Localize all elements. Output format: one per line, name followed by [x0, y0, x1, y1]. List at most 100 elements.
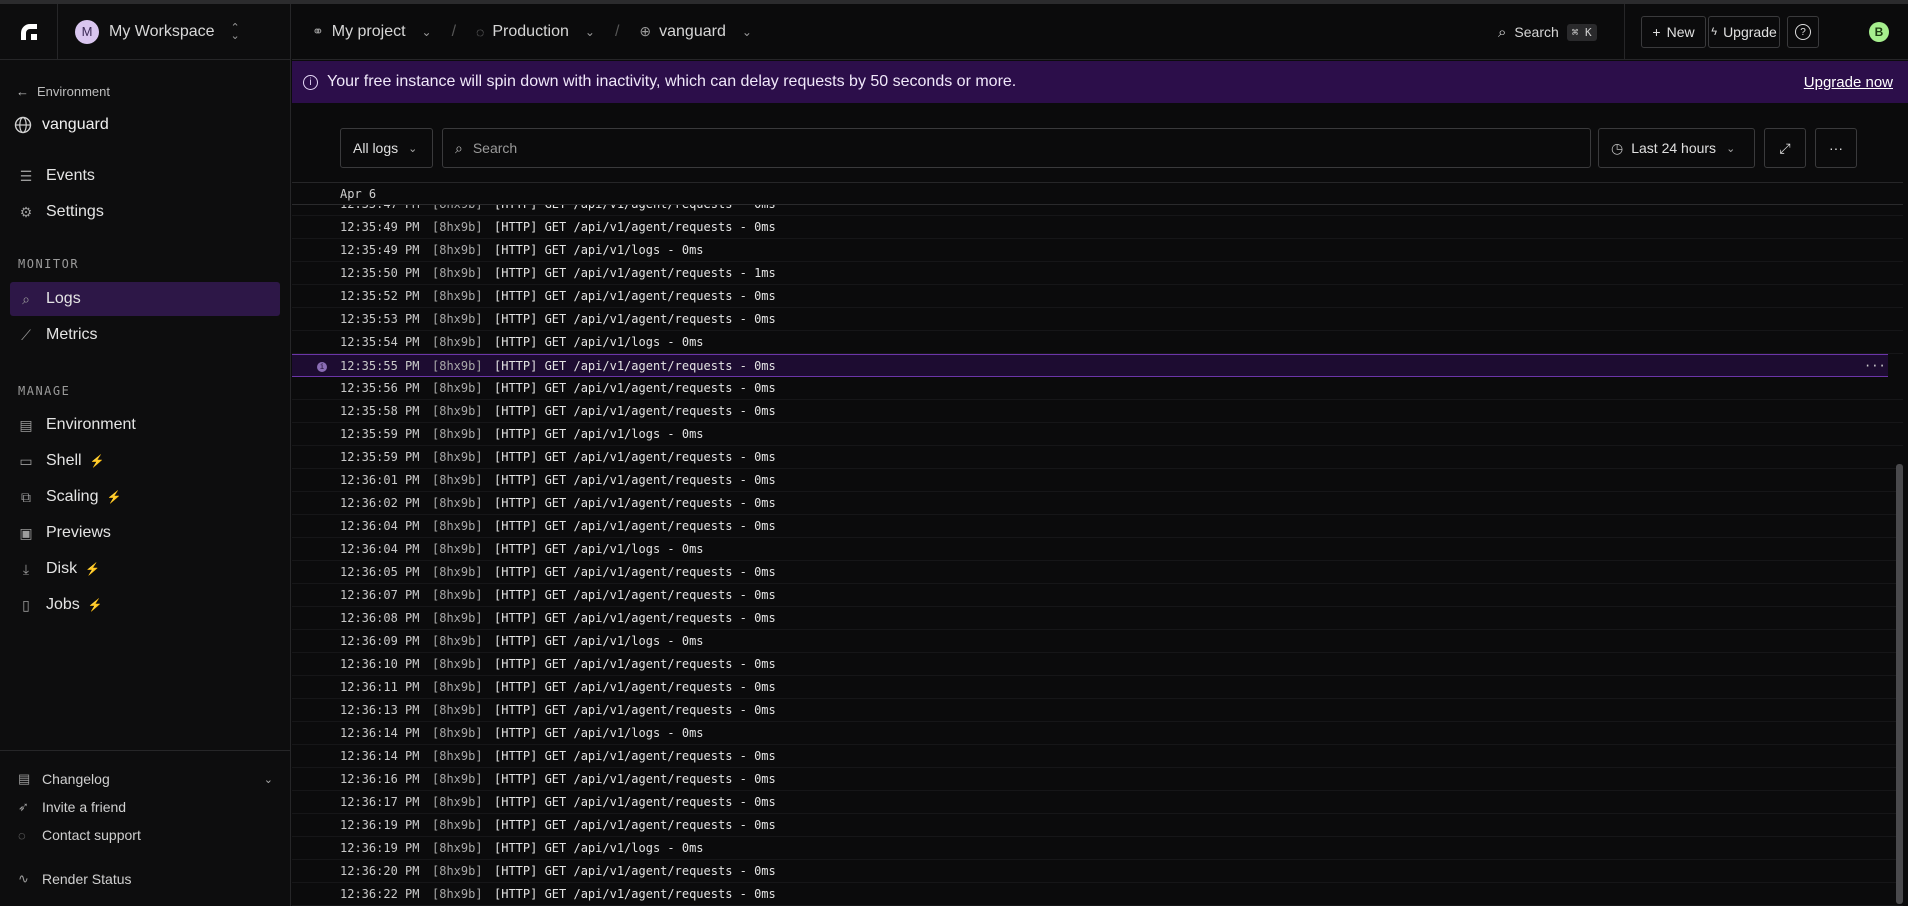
log-message: [HTTP] GET /api/v1/agent/requests - 0ms	[494, 795, 776, 809]
sidebar-item-metrics[interactable]: ⟋ Metrics	[10, 318, 280, 352]
log-instance-id: [8hx9b]	[432, 749, 483, 763]
log-row[interactable]: 12:36:16 PM [8hx9b] [HTTP] GET /api/v1/age…	[292, 768, 1903, 791]
sidebar-item-environment[interactable]: ▤ Environment	[10, 408, 280, 442]
log-row[interactable]: 12:35:52 PM [8hx9b] [HTTP] GET /api/v1/age…	[292, 285, 1903, 308]
log-message: [HTTP] GET /api/v1/agent/requests - 0ms	[494, 703, 776, 717]
log-message: [HTTP] GET /api/v1/agent/requests - 0ms	[494, 657, 776, 671]
log-type-select[interactable]: All logs ⌄	[340, 128, 433, 168]
log-instance-id: [8hx9b]	[432, 818, 483, 832]
log-row[interactable]: 12:36:08 PM [8hx9b] [HTTP] GET /api/v1/age…	[292, 607, 1903, 630]
sidebar-item-shell[interactable]: ▭ Shell ⚡	[10, 444, 280, 478]
log-instance-id: [8hx9b]	[432, 565, 483, 579]
plus-icon: +	[1652, 24, 1661, 40]
row-more-icon[interactable]: ···	[1864, 355, 1886, 378]
log-row[interactable]: 12:35:58 PM [8hx9b] [HTTP] GET /api/v1/age…	[292, 400, 1903, 423]
log-row[interactable]: 12:36:22 PM [8hx9b] [HTTP] GET /api/v1/age…	[292, 883, 1903, 906]
log-instance-id: [8hx9b]	[432, 427, 483, 441]
sidebar-item-events[interactable]: ☰ Events	[10, 159, 280, 193]
log-row[interactable]: 12:36:01 PM [8hx9b] [HTTP] GET /api/v1/age…	[292, 469, 1903, 492]
log-row[interactable]: 12:36:11 PM [8hx9b] [HTTP] GET /api/v1/age…	[292, 676, 1903, 699]
arrow-left-icon: ←	[16, 84, 29, 99]
info-icon: i	[303, 74, 318, 90]
render-status-link[interactable]: ∿ Render Status	[18, 871, 132, 887]
user-avatar[interactable]: B	[1869, 22, 1889, 42]
contact-support-link[interactable]: ◌ Contact support	[18, 827, 141, 843]
log-instance-id: [8hx9b]	[432, 634, 483, 648]
log-row[interactable]: 12:36:14 PM [8hx9b] [HTTP] GET /api/v1/log…	[292, 722, 1903, 745]
log-row[interactable]: 12:36:05 PM [8hx9b] [HTTP] GET /api/v1/age…	[292, 561, 1903, 584]
invite-friend-link[interactable]: ➶ Invite a friend	[18, 799, 126, 815]
log-row[interactable]: 12:36:17 PM [8hx9b] [HTTP] GET /api/v1/age…	[292, 791, 1903, 814]
log-row[interactable]: 12:35:56 PM [8hx9b] [HTTP] GET /api/v1/age…	[292, 377, 1903, 400]
sidebar-item-jobs[interactable]: ▯ Jobs ⚡	[10, 588, 280, 622]
log-search-input[interactable]: ⌕ Search	[442, 128, 1591, 168]
workspace-avatar: M	[75, 19, 99, 44]
log-row[interactable]: 12:36:19 PM [8hx9b] [HTTP] GET /api/v1/log…	[292, 837, 1903, 860]
fullscreen-button[interactable]: ⤢	[1764, 128, 1806, 168]
log-row[interactable]: 12:36:19 PM [8hx9b] [HTTP] GET /api/v1/age…	[292, 814, 1903, 837]
time-range-select[interactable]: ◷ Last 24 hours ⌄	[1598, 128, 1755, 168]
log-row[interactable]: 12:35:59 PM [8hx9b] [HTTP] GET /api/v1/age…	[292, 446, 1903, 469]
log-timestamp: 12:35:58 PM	[340, 404, 420, 418]
log-timestamp: 12:36:19 PM	[340, 841, 420, 855]
log-timestamp: 12:36:09 PM	[340, 634, 420, 648]
log-row[interactable]: 12:36:04 PM [8hx9b] [HTTP] GET /api/v1/age…	[292, 515, 1903, 538]
section-label-monitor: MONITOR	[18, 257, 80, 271]
log-row[interactable]: 12:35:49 PM [8hx9b] [HTTP] GET /api/v1/age…	[292, 216, 1903, 239]
log-row[interactable]: 12:36:04 PM [8hx9b] [HTTP] GET /api/v1/log…	[292, 538, 1903, 561]
more-options-button[interactable]: ···	[1815, 128, 1857, 168]
new-label: New	[1666, 24, 1695, 40]
log-row[interactable]: i 12:35:55 PM [8hx9b] [HTTP] GET /api/v1/ag…	[292, 354, 1888, 377]
upgrade-button[interactable]: ϟ Upgrade	[1708, 16, 1780, 48]
log-row[interactable]: 12:36:02 PM [8hx9b] [HTTP] GET /api/v1/age…	[292, 492, 1903, 515]
new-button[interactable]: + New	[1641, 16, 1706, 48]
log-row[interactable]: 12:35:54 PM [8hx9b] [HTTP] GET /api/v1/log…	[292, 331, 1903, 354]
breadcrumb-environment[interactable]: ◌ Production ⌄	[476, 23, 595, 41]
log-message: [HTTP] GET /api/v1/agent/requests - 0ms	[494, 887, 776, 901]
log-timestamp: 12:35:54 PM	[340, 335, 420, 349]
log-timestamp: 12:35:49 PM	[340, 220, 420, 234]
sidebar-item-label: Metrics	[46, 326, 98, 343]
log-timestamp: 12:36:22 PM	[340, 887, 420, 901]
log-message: [HTTP] GET /api/v1/agent/requests - 0ms	[494, 611, 776, 625]
workspace-switcher[interactable]: M My Workspace ⌃ ⌄	[58, 19, 240, 44]
log-row[interactable]: 12:36:14 PM [8hx9b] [HTTP] GET /api/v1/age…	[292, 745, 1903, 768]
changelog-label: Changelog	[42, 771, 110, 787]
changelog-icon: ▤	[18, 771, 31, 786]
log-row[interactable]: 12:36:10 PM [8hx9b] [HTTP] GET /api/v1/age…	[292, 653, 1903, 676]
log-row[interactable]: 12:35:59 PM [8hx9b] [HTTP] GET /api/v1/log…	[292, 423, 1903, 446]
log-row[interactable]: 12:35:53 PM [8hx9b] [HTTP] GET /api/v1/age…	[292, 308, 1903, 331]
back-label: Environment	[37, 84, 110, 99]
log-timestamp: 12:36:20 PM	[340, 864, 420, 878]
service-title: vanguard	[14, 116, 109, 134]
breadcrumb-service[interactable]: ⊕ vanguard ⌄	[639, 23, 752, 41]
log-message: [HTTP] GET /api/v1/logs - 0ms	[494, 726, 704, 740]
log-instance-id: [8hx9b]	[432, 795, 483, 809]
breadcrumb-separator: /	[451, 22, 457, 40]
log-row[interactable]: 12:36:13 PM [8hx9b] [HTTP] GET /api/v1/age…	[292, 699, 1903, 722]
log-row[interactable]: 12:36:07 PM [8hx9b] [HTTP] GET /api/v1/age…	[292, 584, 1903, 607]
global-search-button[interactable]: ⌕ Search ⌘ K	[1498, 4, 1597, 60]
sidebar-item-previews[interactable]: ▣ Previews	[10, 516, 280, 550]
chevron-down-icon: ⌄	[408, 142, 418, 155]
log-row[interactable]: 12:35:49 PM [8hx9b] [HTTP] GET /api/v1/log…	[292, 239, 1903, 262]
log-message: [HTTP] GET /api/v1/logs - 0ms	[494, 243, 704, 257]
sidebar-item-scaling[interactable]: ⧉ Scaling ⚡	[10, 480, 280, 514]
sidebar-item-settings[interactable]: ⚙ Settings	[10, 195, 280, 229]
upgrade-now-link[interactable]: Upgrade now	[1804, 74, 1893, 91]
log-timestamp: 12:35:53 PM	[340, 312, 420, 326]
breadcrumb-project[interactable]: ⚭ My project ⌄	[312, 23, 432, 41]
log-row[interactable]: 12:35:50 PM [8hx9b] [HTTP] GET /api/v1/age…	[292, 262, 1903, 285]
log-timestamp: 12:36:01 PM	[340, 473, 420, 487]
chart-icon: ⟋	[21, 326, 31, 343]
changelog-toggle[interactable]: ▤ Changelog ⌄	[18, 771, 273, 787]
render-logo[interactable]	[0, 3, 58, 60]
help-button[interactable]: ?	[1787, 16, 1819, 48]
back-to-environment-link[interactable]: ← Environment	[16, 84, 110, 99]
sidebar-item-disk[interactable]: ⤓ Disk ⚡	[10, 552, 280, 586]
log-scrollbar[interactable]	[1896, 464, 1903, 904]
sidebar-item-logs[interactable]: ⌕ Logs	[10, 282, 280, 316]
previews-icon: ▣	[19, 524, 33, 541]
log-row[interactable]: 12:36:09 PM [8hx9b] [HTTP] GET /api/v1/log…	[292, 630, 1903, 653]
log-row[interactable]: 12:36:20 PM [8hx9b] [HTTP] GET /api/v1/age…	[292, 860, 1903, 883]
